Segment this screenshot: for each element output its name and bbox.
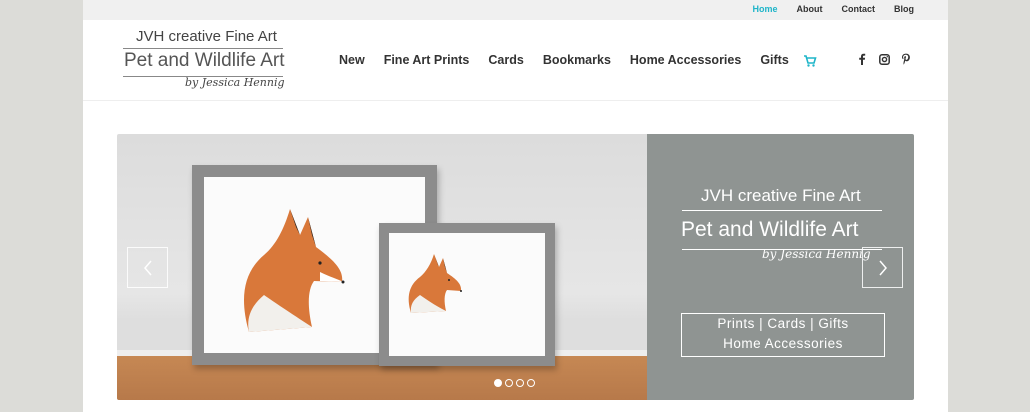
nav-item-bookmarks[interactable]: Bookmarks	[543, 53, 611, 67]
cart-icon[interactable]	[803, 54, 817, 68]
small-frame-mat	[389, 233, 545, 356]
hero-signature: by Jessica Hennig	[762, 247, 871, 261]
logo-divider-top	[123, 48, 283, 49]
slider-prev-button[interactable]	[127, 247, 168, 288]
nav-item-new[interactable]: New	[339, 53, 365, 67]
fox-illustration-small	[408, 254, 462, 313]
logo-line-1: JVH creative Fine Art	[136, 28, 277, 45]
top-bar: Home About Contact Blog	[83, 0, 948, 20]
logo-line-2: Pet and Wildlife Art	[124, 50, 285, 71]
pinterest-icon[interactable]	[900, 52, 912, 66]
social-links	[856, 52, 912, 66]
slider-dot-3[interactable]	[516, 379, 524, 387]
nav-item-home-accessories[interactable]: Home Accessories	[630, 53, 741, 67]
hero-title-1: JVH creative Fine Art	[701, 186, 861, 205]
page: Home About Contact Blog JVH creative Fin…	[83, 0, 948, 412]
chevron-right-icon	[878, 260, 887, 275]
hero-title-2: Pet and Wildlife Art	[681, 218, 859, 241]
logo-signature: by Jessica Hennig	[185, 76, 285, 89]
nav-item-gifts[interactable]: Gifts	[760, 53, 788, 67]
slider-dots	[494, 379, 535, 387]
instagram-icon[interactable]	[878, 52, 890, 66]
top-nav-about[interactable]: About	[797, 4, 823, 14]
slider-next-button[interactable]	[862, 247, 903, 288]
hero-slider[interactable]: JVH creative Fine Art Pet and Wildlife A…	[117, 134, 914, 400]
slider-dot-4[interactable]	[527, 379, 535, 387]
hero-tagline-box[interactable]: Prints | Cards | Gifts Home Accessories	[681, 313, 885, 357]
top-nav-home[interactable]: Home	[752, 4, 777, 14]
nav-item-fine-art-prints[interactable]: Fine Art Prints	[384, 53, 470, 67]
small-frame	[379, 223, 555, 366]
facebook-icon[interactable]	[856, 52, 868, 66]
main-nav: New Fine Art Prints Cards Bookmarks Home…	[339, 53, 789, 67]
slider-dot-2[interactable]	[505, 379, 513, 387]
nav-item-cards[interactable]: Cards	[488, 53, 523, 67]
hero-tagline-1: Prints | Cards | Gifts	[717, 316, 849, 331]
site-logo[interactable]: JVH creative Fine Art Pet and Wildlife A…	[121, 26, 286, 94]
slider-dot-1[interactable]	[494, 379, 502, 387]
hero-photo	[117, 134, 647, 400]
top-nav-contact[interactable]: Contact	[842, 4, 876, 14]
hero-divider-top	[682, 210, 882, 211]
site-header: JVH creative Fine Art Pet and Wildlife A…	[83, 20, 948, 101]
chevron-left-icon	[143, 260, 152, 275]
top-nav: Home About Contact Blog	[752, 4, 914, 14]
hero-tagline-2: Home Accessories	[723, 336, 843, 351]
top-nav-blog[interactable]: Blog	[894, 4, 914, 14]
